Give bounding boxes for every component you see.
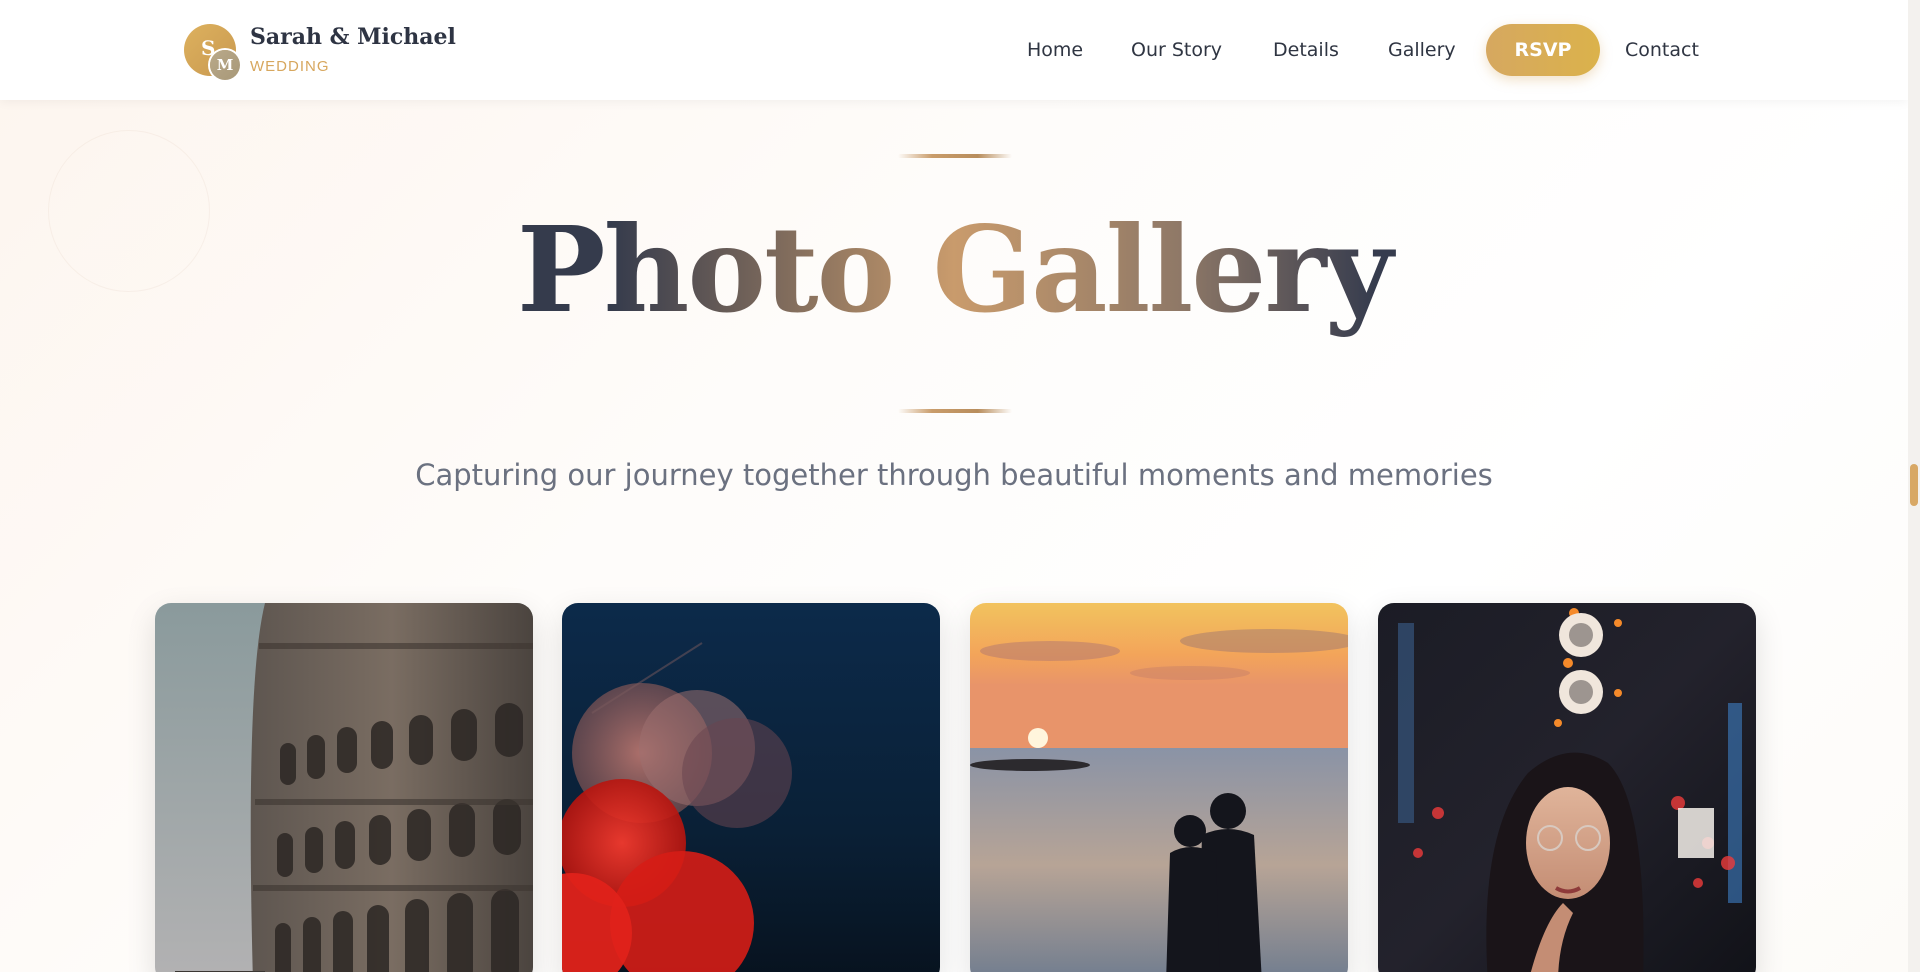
gallery-photo-sunset-couple[interactable] bbox=[970, 603, 1348, 972]
city-portrait-image bbox=[1378, 603, 1756, 972]
gallery-photo-bokeh[interactable] bbox=[562, 603, 940, 972]
title-divider-top bbox=[898, 154, 1012, 158]
logo-name[interactable]: Sarah & Michael bbox=[250, 24, 456, 50]
nav-contact-link[interactable]: Contact bbox=[1625, 24, 1699, 76]
logo-monogram[interactable]: S M bbox=[184, 24, 240, 80]
title-divider-bottom bbox=[898, 409, 1012, 413]
colosseum-image bbox=[155, 603, 533, 972]
site-header: S M Sarah & Michael WEDDING Home Our Sto… bbox=[0, 0, 1908, 100]
page-background: S M Sarah & Michael WEDDING Home Our Sto… bbox=[0, 0, 1908, 972]
nav-home-link[interactable]: Home bbox=[1027, 24, 1083, 76]
page-subtitle: Capturing our journey together through b… bbox=[415, 458, 1493, 492]
nav-gallery-link[interactable]: Gallery bbox=[1388, 24, 1456, 76]
logo-subtitle: WEDDING bbox=[250, 58, 330, 75]
gallery-photo-colosseum[interactable] bbox=[155, 603, 533, 972]
sunset-couple-image bbox=[970, 603, 1348, 972]
nav-our-story-link[interactable]: Our Story bbox=[1131, 24, 1222, 76]
bokeh-image bbox=[562, 603, 940, 972]
scrollbar-thumb[interactable] bbox=[1910, 464, 1918, 506]
page-title: Photo Gallery bbox=[0, 200, 1908, 339]
gallery-photo-portrait[interactable] bbox=[1378, 603, 1756, 972]
logo-initial-m: M bbox=[210, 50, 240, 80]
page-scrollbar[interactable] bbox=[1908, 0, 1920, 972]
nav-rsvp-button[interactable]: RSVP bbox=[1486, 24, 1600, 76]
nav-details-link[interactable]: Details bbox=[1273, 24, 1339, 76]
